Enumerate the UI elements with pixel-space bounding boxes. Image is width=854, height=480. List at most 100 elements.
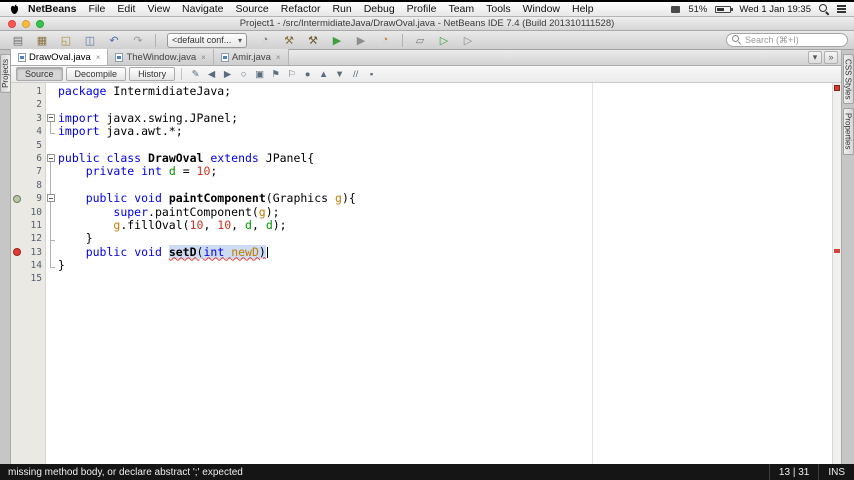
back-icon[interactable]: ◀ [204, 69, 219, 80]
macro-icon[interactable]: ▪ [364, 69, 379, 80]
gutter-glyph-margin [11, 179, 23, 192]
tab-maximize-button[interactable]: » [824, 50, 838, 64]
zoom-window-button[interactable] [36, 20, 44, 28]
toggle-highlight-icon[interactable]: ▣ [252, 69, 267, 80]
insert-mode-toggle[interactable]: INS [818, 464, 854, 480]
menu-refactor[interactable]: Refactor [275, 3, 327, 15]
gutter-glyph-margin [11, 112, 23, 125]
battery-icon[interactable] [715, 5, 734, 13]
error-annotation-icon[interactable] [13, 248, 21, 257]
spotlight-icon[interactable] [819, 4, 829, 14]
find-selection-icon[interactable]: ○ [236, 69, 251, 80]
fold-collapse-button[interactable] [47, 194, 55, 203]
menu-view[interactable]: View [141, 3, 176, 15]
code-token: import [58, 124, 100, 139]
last-edit-icon[interactable]: ✎ [188, 69, 203, 80]
profile-project-button[interactable]: ◔ [373, 32, 397, 49]
new-project-button[interactable]: ▦ [30, 32, 54, 49]
view-history-button[interactable]: History [129, 67, 176, 81]
clean-build-button[interactable]: ⚒ [301, 32, 325, 49]
comment-icon[interactable]: // [348, 69, 363, 80]
tab-amir-java[interactable]: Amir.java × [213, 49, 289, 65]
undo-button[interactable]: ↶ [102, 32, 126, 49]
tab-drawoval-java[interactable]: DrawOval.java × [11, 49, 109, 65]
build-project-button[interactable]: ⚒ [277, 32, 301, 49]
menu-help[interactable]: Help [566, 3, 600, 15]
menubar-clock[interactable]: Wed 1 Jan 19:35 [739, 4, 811, 15]
menu-file[interactable]: File [82, 3, 111, 15]
new-file-button[interactable]: ▤ [6, 32, 30, 49]
debug-file-button[interactable]: ▷ [456, 32, 480, 49]
menu-team[interactable]: Team [442, 3, 480, 15]
toolbar-separator [155, 33, 156, 47]
code-line-7: 7 private int d = 10; [11, 165, 841, 178]
fold-margin [45, 206, 58, 219]
forward-icon[interactable]: ▶ [220, 69, 235, 80]
redo-button[interactable]: ↷ [126, 32, 150, 49]
search-box[interactable] [726, 33, 848, 47]
memory-gauge[interactable]: ◔ [253, 32, 277, 49]
menu-edit[interactable]: Edit [111, 3, 141, 15]
menu-extra-icon[interactable] [671, 5, 681, 13]
menu-source[interactable]: Source [229, 3, 274, 15]
notification-center-icon[interactable] [837, 5, 846, 7]
editor-area: DrawOval.java × TheWindow.java × Amir.java × … [11, 49, 841, 464]
toggle-bookmark-icon[interactable]: ● [300, 69, 315, 80]
previous-bookmark-icon[interactable]: ⚑ [268, 69, 283, 80]
save-all-button[interactable]: ◫ [78, 32, 102, 49]
toolbar-file-group: ▤ ▦ ◱ ◫ ↶ ↷ [6, 32, 150, 49]
close-tab-icon[interactable]: × [96, 53, 101, 62]
fold-margin [45, 246, 58, 259]
menu-window[interactable]: Window [517, 3, 566, 15]
editor-tabstrip: DrawOval.java × TheWindow.java × Amir.java × … [11, 49, 841, 66]
code-text: } [58, 258, 841, 272]
menu-profile[interactable]: Profile [401, 3, 443, 15]
next-bookmark-icon[interactable]: ⚐ [284, 69, 299, 80]
gutter-glyph-margin [11, 259, 23, 272]
config-dropdown[interactable]: <default conf... ▾ [167, 32, 247, 48]
code-token: public [85, 191, 128, 206]
dock-tab-properties[interactable]: Properties [842, 108, 854, 155]
code-token: IntermidiateJava; [106, 84, 232, 98]
dock-tab-css-styles[interactable]: CSS Styles [842, 54, 854, 105]
line-number: 8 [36, 179, 42, 191]
search-input[interactable] [745, 35, 843, 45]
code-lines: 1 package IntermidiateJava; 2 3 import javax… [11, 83, 841, 464]
debug-project-button[interactable]: ▶ [349, 32, 373, 49]
tab-thewindow-java[interactable]: TheWindow.java × [108, 49, 214, 65]
code-token: , [203, 217, 218, 232]
code-editor[interactable]: 1 package IntermidiateJava; 2 3 import javax… [11, 83, 841, 464]
create-group-button[interactable]: ▱ [408, 32, 432, 49]
next-occurrence-icon[interactable]: ▼ [332, 69, 347, 80]
dock-tab-projects[interactable]: Projects [0, 54, 11, 93]
menu-navigate[interactable]: Navigate [176, 3, 229, 15]
close-tab-icon[interactable]: × [201, 53, 206, 62]
apple-menu-icon[interactable] [8, 3, 20, 15]
view-decompile-button[interactable]: Decompile [65, 67, 127, 81]
menu-run[interactable]: Run [326, 3, 357, 15]
open-project-button[interactable]: ◱ [54, 32, 78, 49]
view-source-button[interactable]: Source [16, 67, 63, 81]
tab-list-button[interactable]: ▾ [808, 50, 822, 64]
window-titlebar[interactable]: Project1 - /src/IntermidiateJava/DrawOva… [0, 17, 854, 31]
run-project-button[interactable]: ▶ [325, 32, 349, 49]
minimize-window-button[interactable] [22, 20, 30, 28]
close-window-button[interactable] [8, 20, 16, 28]
previous-occurrence-icon[interactable]: ▲ [316, 69, 331, 80]
tab-label: TheWindow.java [126, 51, 197, 63]
java-file-icon [18, 52, 26, 62]
code-text: package IntermidiateJava; [58, 84, 841, 98]
fold-collapse-button[interactable] [47, 154, 55, 162]
error-stripe-global-mark[interactable] [834, 85, 840, 91]
fold-collapse-button[interactable] [47, 113, 55, 122]
code-line-14: 14} [11, 258, 841, 272]
menu-debug[interactable]: Debug [358, 3, 401, 15]
menu-netbeans[interactable]: NetBeans [22, 3, 82, 15]
screen: NetBeans File Edit View Navigate Source Refact… [0, 0, 854, 480]
run-file-button[interactable]: ▷ [432, 32, 456, 49]
menu-tools[interactable]: Tools [480, 3, 517, 15]
config-dropdown-label: <default conf... [172, 35, 232, 45]
close-tab-icon[interactable]: × [276, 53, 281, 62]
error-stripe-mark[interactable] [834, 248, 840, 253]
